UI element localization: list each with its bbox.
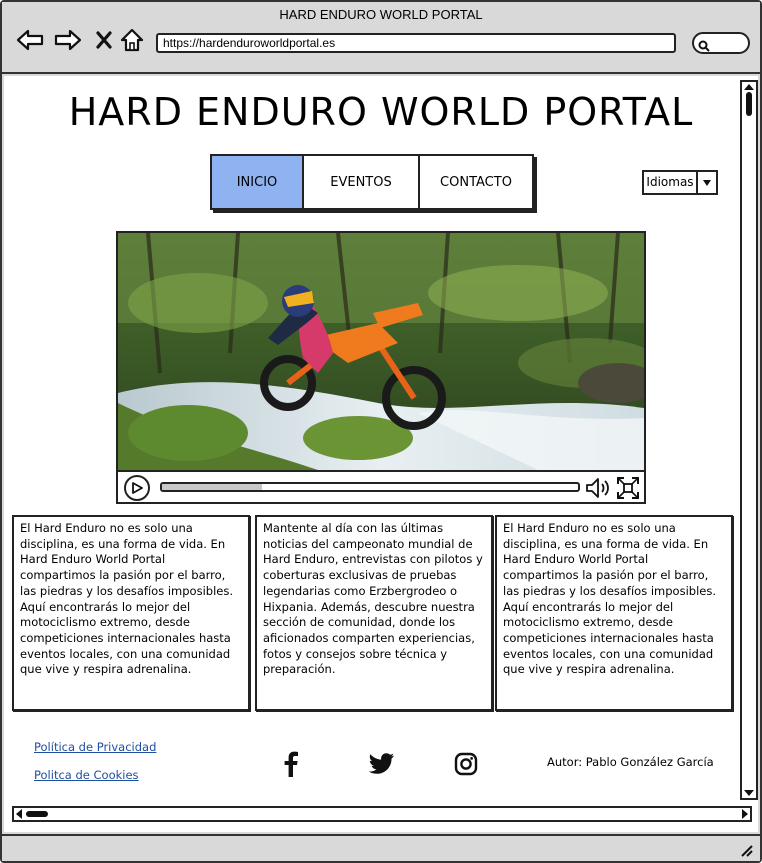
scroll-down-icon[interactable]	[742, 788, 756, 798]
browser-titlebar: HARD ENDURO WORLD PORTAL https://hardend…	[2, 2, 760, 74]
forward-arrow-icon[interactable]	[54, 26, 82, 54]
scroll-up-icon[interactable]	[742, 82, 756, 92]
main-navigation: INICIO EVENTOS CONTACTO	[210, 154, 534, 210]
address-bar[interactable]: https://hardenduroworldportal.es	[156, 33, 676, 53]
back-arrow-icon[interactable]	[16, 26, 44, 54]
chevron-down-icon[interactable]	[696, 172, 716, 193]
video-frame[interactable]	[118, 233, 644, 470]
video-progress-fill	[162, 484, 262, 490]
resize-grip-icon[interactable]	[738, 842, 754, 858]
window-title: HARD ENDURO WORLD PORTAL	[279, 7, 483, 22]
browser-search[interactable]	[692, 32, 750, 54]
vertical-scrollbar[interactable]	[740, 80, 758, 800]
search-icon	[698, 37, 710, 56]
scroll-right-icon[interactable]	[740, 808, 750, 820]
tab-inicio[interactable]: INICIO	[212, 156, 304, 208]
cookies-policy-link[interactable]: Politca de Cookies	[34, 768, 139, 782]
fullscreen-icon[interactable]	[616, 476, 640, 504]
horizontal-scrollbar[interactable]	[12, 806, 752, 822]
volume-icon[interactable]	[584, 476, 612, 504]
vertical-scroll-thumb[interactable]	[746, 92, 752, 116]
tab-contacto[interactable]: CONTACTO	[420, 156, 532, 208]
page-title: HARD ENDURO WORLD PORTAL	[68, 90, 694, 134]
twitter-icon[interactable]	[367, 750, 397, 778]
browser-statusbar	[2, 834, 760, 861]
play-button[interactable]	[124, 475, 150, 501]
enduro-rider-image	[118, 233, 644, 470]
language-select[interactable]: Idiomas	[642, 170, 718, 195]
language-select-value: Idiomas	[646, 175, 694, 189]
scroll-left-icon[interactable]	[14, 808, 24, 820]
info-column-3: El Hard Enduro no es solo una disciplina…	[495, 515, 733, 711]
tab-eventos[interactable]: EVENTOS	[304, 156, 420, 208]
play-icon	[132, 482, 143, 494]
video-progress-bar[interactable]	[160, 482, 580, 492]
close-icon[interactable]	[90, 26, 118, 54]
video-controls	[118, 470, 644, 502]
info-column-2: Mantente al día con las últimas noticias…	[255, 515, 493, 711]
facebook-icon[interactable]	[276, 750, 306, 778]
browser-window: HARD ENDURO WORLD PORTAL https://hardend…	[0, 0, 762, 863]
privacy-policy-link[interactable]: Política de Privacidad	[34, 740, 156, 754]
author-credit: Autor: Pablo González García	[547, 755, 714, 769]
horizontal-scroll-thumb[interactable]	[26, 811, 48, 817]
info-column-1: El Hard Enduro no es solo una disciplina…	[12, 515, 250, 711]
home-icon[interactable]	[118, 26, 146, 54]
video-player[interactable]	[116, 231, 646, 504]
instagram-icon[interactable]	[451, 750, 481, 778]
